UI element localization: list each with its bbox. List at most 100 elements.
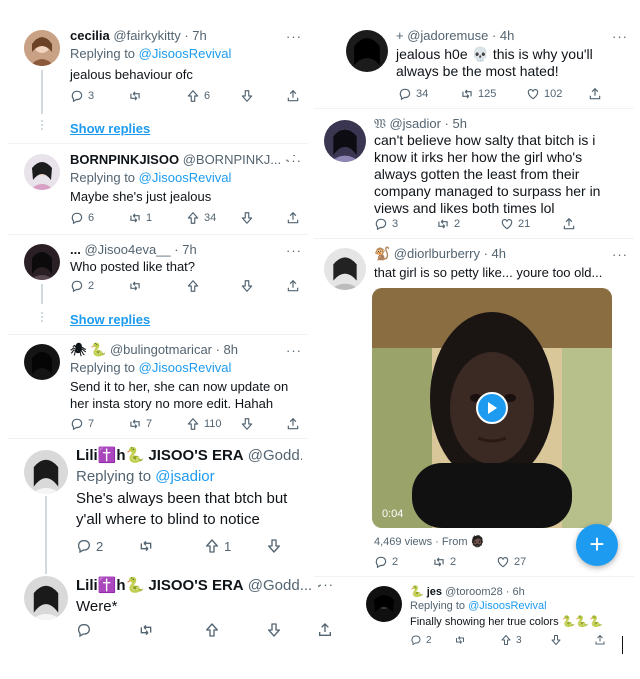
share-button[interactable]	[286, 88, 300, 104]
retweet-button[interactable]	[138, 538, 154, 554]
avatar[interactable]	[346, 30, 388, 72]
reply-button[interactable]: 2	[374, 554, 398, 570]
upvote-button[interactable]: 110	[186, 416, 222, 432]
upvote-button[interactable]	[204, 622, 220, 638]
reply-button[interactable]: 6	[70, 210, 94, 226]
share-button[interactable]	[286, 210, 300, 226]
upvote-button[interactable]: 1	[204, 538, 231, 554]
reply-button[interactable]: 3	[70, 88, 94, 104]
handle-time: @toroom28 · 6h	[445, 586, 525, 598]
share-icon	[287, 417, 299, 430]
retweet-button[interactable]: 7	[128, 416, 152, 432]
like-button[interactable]: 102	[526, 86, 562, 102]
like-button[interactable]: 21	[500, 216, 530, 232]
more-options-icon[interactable]: ···	[286, 154, 302, 167]
retweet-icon	[462, 89, 472, 99]
reply-handle-link[interactable]: @JisoosRevival	[139, 46, 232, 61]
compose-tweet-button[interactable]: +	[576, 524, 618, 566]
share-button[interactable]	[286, 278, 300, 294]
tweet-lili-were[interactable]: Lili✝️h🐍 JISOO'S ERA @Godd... · 4h Were*	[8, 572, 326, 652]
reply-button[interactable]: 3	[374, 216, 398, 232]
more-options-icon[interactable]: ···	[612, 30, 628, 43]
reply-button[interactable]: 34	[398, 86, 428, 102]
arrow-up-icon	[187, 212, 199, 224]
tweet-diorlburberry[interactable]: 🐒 @diorlburberry · 4h ··· that girl is s…	[314, 242, 634, 574]
arrow-up-icon	[501, 635, 511, 645]
reply-button[interactable]	[76, 622, 92, 638]
avatar[interactable]	[24, 154, 60, 190]
avatar[interactable]	[24, 450, 68, 494]
retweet-icon	[130, 419, 140, 429]
tweet-text: jealous h0e 💀 this is why you'll always …	[396, 46, 593, 79]
tweet-jsadior[interactable]: 𝔚 @jsadior · 5h can't believe how salty …	[314, 112, 634, 234]
retweet-button[interactable]	[138, 622, 154, 638]
reply-handle-link[interactable]: @JisoosRevival	[468, 600, 546, 612]
retweet-button[interactable]: 2	[436, 216, 460, 232]
retweet-icon	[130, 281, 140, 291]
reply-handle-link[interactable]: @jsadior	[155, 468, 214, 485]
downvote-button[interactable]	[266, 538, 282, 554]
play-button[interactable]	[476, 392, 508, 424]
share-button[interactable]	[562, 216, 576, 232]
tweet-toroom28[interactable]: 🐍 jes @toroom28 · 6h Replying to @Jisoos…	[314, 580, 634, 650]
reply-button[interactable]: 2	[76, 538, 103, 554]
video-player[interactable]: 0:04	[372, 288, 612, 528]
tweet-cecilia[interactable]: cecilia @fairkykitty · 7h ··· Replying t…	[8, 24, 308, 114]
tweet-bulingotmaricar[interactable]: 🕷 🐍 @bulingotmaricar · 8h ··· Replying t…	[8, 338, 308, 440]
downvote-button[interactable]	[240, 416, 254, 432]
avatar[interactable]	[24, 576, 68, 620]
retweet-button[interactable]: 125	[460, 86, 496, 102]
divider	[314, 238, 634, 239]
tweet-lili-reply[interactable]: Lili✝️h🐍 JISOO'S ERA @Godd... · 4 Replyi…	[8, 442, 308, 562]
share-icon	[563, 217, 575, 230]
more-options-icon[interactable]: ···	[286, 344, 302, 357]
retweet-button[interactable]	[128, 278, 142, 294]
downvote-button[interactable]	[240, 278, 254, 294]
reply-handle-link[interactable]: @JisoosRevival	[139, 170, 232, 185]
avatar[interactable]	[24, 244, 60, 280]
upvote-button[interactable]	[186, 278, 200, 294]
video-duration: 0:04	[382, 508, 404, 520]
reply-button[interactable]: 2	[70, 278, 94, 294]
avatar[interactable]	[24, 344, 60, 380]
share-button[interactable]	[594, 632, 606, 648]
tweet-bornpinkjisoo[interactable]: BORNPINKJISOO @BORNPINKJ... · 7h ··· Rep…	[8, 148, 308, 232]
like-button[interactable]: 27	[496, 554, 526, 570]
upvote-button[interactable]: 3	[500, 632, 522, 648]
more-options-icon[interactable]: ···	[286, 244, 302, 257]
upvote-button[interactable]: 34	[186, 210, 216, 226]
reply-handle-link[interactable]: @JisoosRevival	[139, 360, 232, 375]
downvote-button[interactable]	[550, 632, 562, 648]
display-name: BORNPINKJISOO	[70, 152, 180, 167]
share-button[interactable]	[588, 86, 602, 102]
tweet-jisoo4eva[interactable]: ... @Jisoo4eva__ · 7h ··· Who posted lik…	[8, 238, 308, 302]
display-name: Lili✝️h🐍 JISOO'S ERA	[76, 577, 244, 594]
avatar[interactable]	[324, 120, 366, 162]
arrow-down-icon	[241, 280, 253, 292]
downvote-button[interactable]	[240, 210, 254, 226]
retweet-button[interactable]: 2	[432, 554, 456, 570]
reply-button[interactable]: 7	[70, 416, 94, 432]
more-options-icon[interactable]: ···	[286, 30, 302, 43]
show-replies-link[interactable]: Show replies	[70, 121, 150, 136]
thread-dots	[41, 120, 43, 132]
reply-icon	[71, 212, 83, 225]
retweet-button[interactable]	[128, 88, 146, 104]
retweet-button[interactable]	[454, 632, 466, 648]
arrow-down-icon	[551, 635, 561, 645]
handle-time: @fairkykitty · 7h	[113, 28, 207, 43]
upvote-button[interactable]: 6	[186, 88, 210, 104]
avatar[interactable]	[324, 248, 366, 290]
downvote-button[interactable]	[266, 622, 282, 638]
retweet-button[interactable]: 1	[128, 210, 152, 226]
avatar[interactable]	[366, 586, 402, 622]
avatar[interactable]	[24, 30, 60, 66]
share-button[interactable]	[286, 416, 300, 432]
arrow-up-icon	[187, 90, 199, 102]
more-options-icon[interactable]: ···	[612, 248, 628, 261]
arrow-up-icon	[206, 623, 218, 637]
tweet-jadoremuse[interactable]: + @jadoremuse · 4h ··· jealous h0e 💀 thi…	[314, 24, 634, 106]
downvote-button[interactable]	[240, 88, 254, 104]
show-replies-link[interactable]: Show replies	[70, 312, 150, 327]
reply-button[interactable]: 2	[410, 632, 432, 648]
